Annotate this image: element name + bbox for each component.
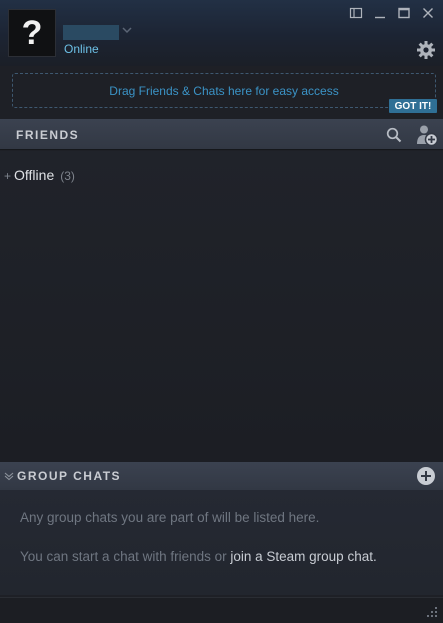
friends-section-header: FRIENDS <box>0 119 443 150</box>
gear-icon[interactable] <box>416 40 436 60</box>
offline-group[interactable]: + Offline (3) <box>4 167 75 183</box>
add-friend-icon[interactable] <box>415 123 439 147</box>
group-chats-title: GROUP CHATS <box>17 469 122 483</box>
hint-text: You can start a chat with friends or <box>20 549 231 564</box>
close-icon[interactable] <box>421 6 435 20</box>
chevron-down-icon[interactable] <box>4 471 14 481</box>
friends-title: FRIENDS <box>16 128 80 142</box>
username-redacted[interactable] <box>63 25 119 40</box>
friends-window: ? Online Drag Friends & Chats here for e… <box>0 0 443 623</box>
add-group-chat-icon[interactable] <box>416 466 436 486</box>
expand-toggle[interactable]: + <box>4 169 11 183</box>
resize-grip-icon[interactable] <box>426 606 438 618</box>
user-status[interactable]: Online <box>64 42 99 56</box>
maximize-icon[interactable] <box>397 6 411 20</box>
join-group-chat-link[interactable]: join a Steam group chat. <box>230 549 376 564</box>
offline-label: Offline <box>14 167 55 183</box>
minimize-icon[interactable] <box>373 6 387 20</box>
dropzone-text: Drag Friends & Chats here for easy acces… <box>109 83 339 98</box>
user-avatar[interactable]: ? <box>8 9 56 57</box>
chevron-down-icon[interactable] <box>121 24 133 36</box>
offline-count: (3) <box>60 169 75 183</box>
group-chats-empty-message: Any group chats you are part of will be … <box>20 510 320 525</box>
friends-list: + Offline (3) <box>0 151 443 462</box>
group-chats-section-header[interactable]: GROUP CHATS <box>0 462 443 490</box>
favorites-dropzone[interactable]: Drag Friends & Chats here for easy acces… <box>12 73 436 108</box>
got-it-button[interactable]: GOT IT! <box>389 99 437 113</box>
user-header: ? Online <box>0 0 443 66</box>
footer-bar <box>0 597 443 623</box>
search-icon[interactable] <box>386 127 402 143</box>
dock-icon[interactable] <box>349 6 363 20</box>
group-chats-body: Any group chats you are part of will be … <box>0 490 443 595</box>
group-chats-hint: You can start a chat with friends or joi… <box>20 549 377 564</box>
